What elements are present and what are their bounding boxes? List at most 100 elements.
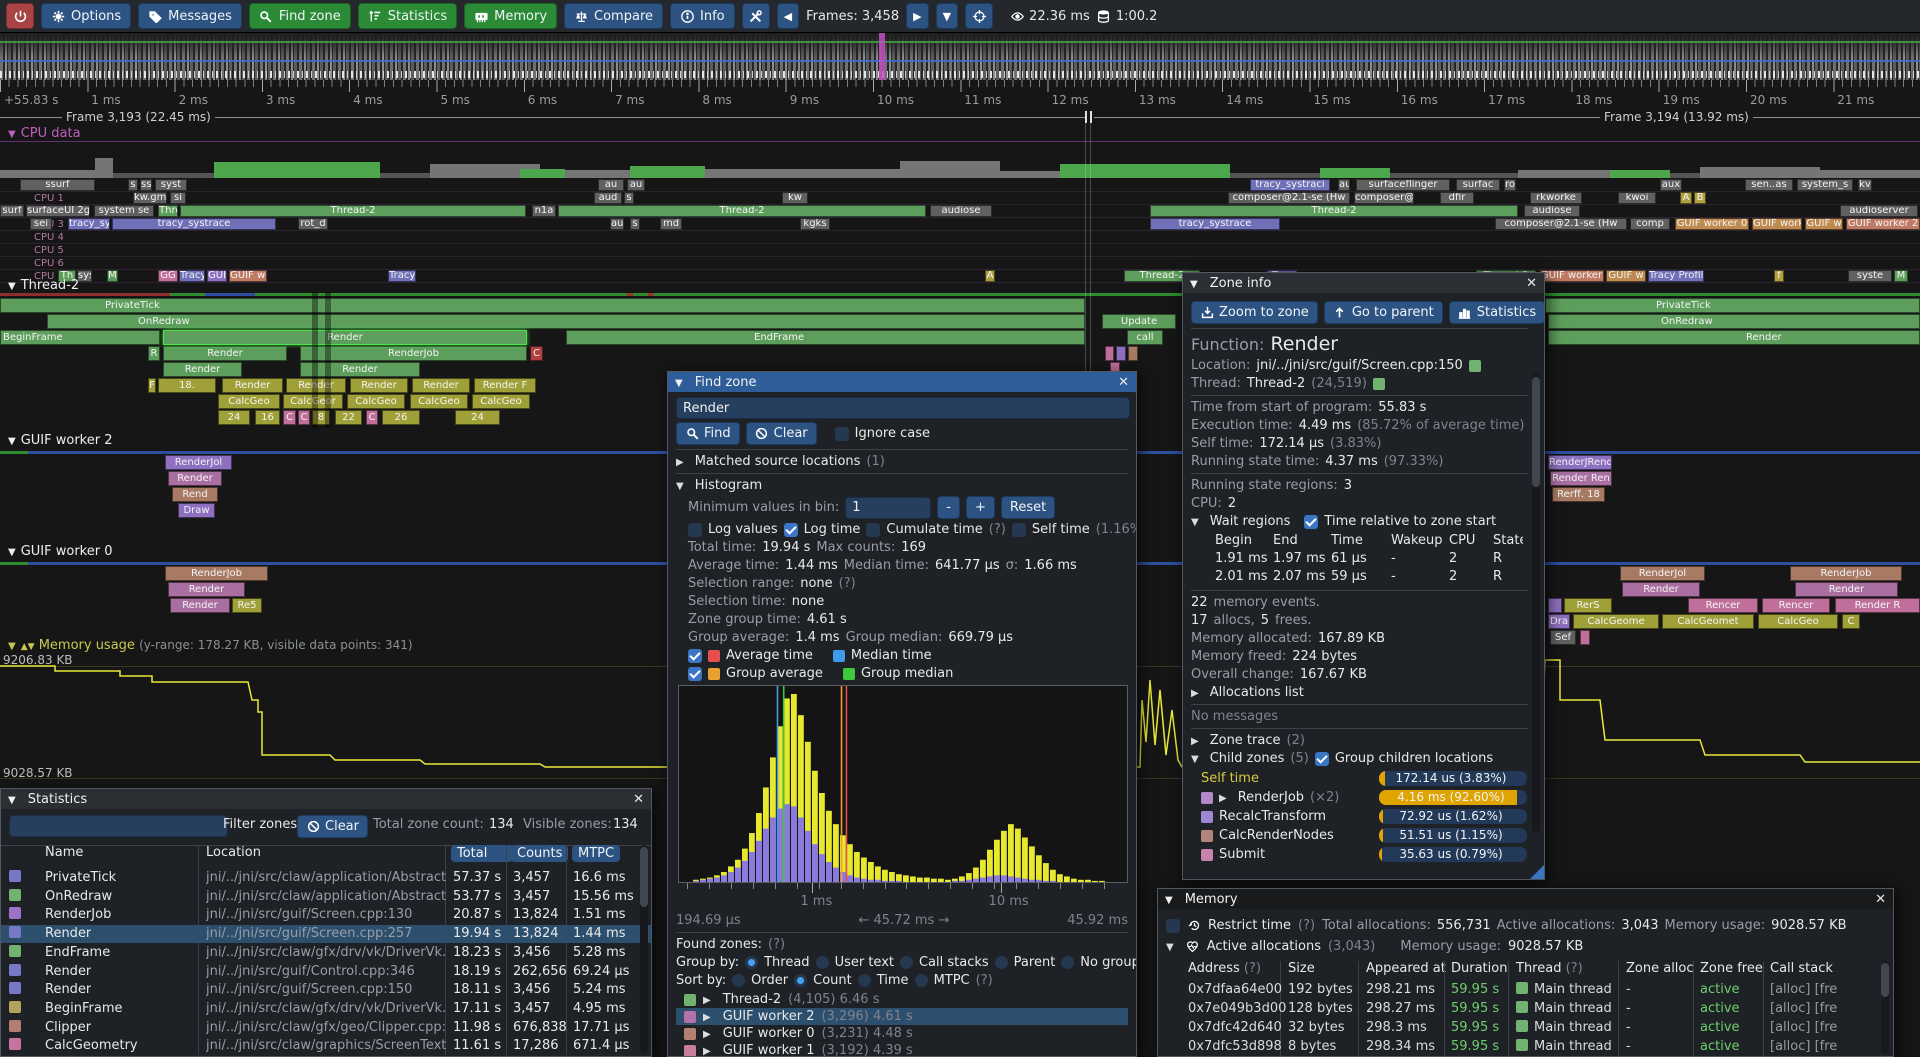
zone[interactable]: ss <box>140 179 152 191</box>
stats-filter-input[interactable] <box>9 815 228 837</box>
col-appeared[interactable]: Appeared at <box>1366 961 1446 976</box>
zone[interactable]: s <box>624 192 634 204</box>
zone[interactable] <box>1105 346 1114 361</box>
zone[interactable]: Render <box>168 471 222 486</box>
find-zone-button[interactable]: Find zone <box>249 3 351 29</box>
zone[interactable]: comp <box>1630 218 1670 230</box>
reset-button[interactable]: Reset <box>1001 496 1055 519</box>
zone[interactable]: 22 <box>335 410 362 425</box>
messages-button[interactable]: Messages <box>138 3 242 29</box>
zone-info-scrollbar[interactable] <box>1532 373 1540 833</box>
memory-titlebar[interactable]: Memory✕ <box>1158 889 1893 909</box>
zone[interactable]: rkworke <box>1530 192 1582 204</box>
zone[interactable]: Thread-2 <box>558 205 926 217</box>
zone[interactable]: Sef <box>1550 630 1576 645</box>
zone[interactable]: 24 <box>455 410 500 425</box>
compare-button[interactable]: Compare <box>564 3 663 29</box>
min-bin-plus-button[interactable]: + <box>966 496 995 519</box>
time-ruler[interactable]: +55.83 s 1 ms2 ms3 ms4 ms5 ms6 ms7 ms8 m… <box>0 80 1920 110</box>
radio-button[interactable] <box>1061 956 1074 969</box>
zone[interactable]: PrivateTick <box>0 298 1085 313</box>
stats-row[interactable]: OnRedrawjni/../jni/src/claw/application/… <box>1 888 651 906</box>
next-frame-button[interactable]: ▶ <box>906 3 928 29</box>
zone[interactable]: CalcGeo <box>1758 614 1838 629</box>
option-checkbox[interactable] <box>688 523 702 537</box>
zone[interactable]: Render R <box>1835 598 1920 613</box>
zone[interactable]: GUIF worker 0 <box>1675 218 1749 230</box>
col-size[interactable]: Size <box>1288 961 1315 976</box>
option-checkbox[interactable] <box>1012 523 1026 537</box>
zone[interactable]: Render <box>300 362 420 377</box>
zone[interactable]: au <box>598 179 624 191</box>
radio-button[interactable] <box>745 956 758 969</box>
zone[interactable]: surf <box>0 205 24 217</box>
zone[interactable]: EndFrame <box>566 330 1085 345</box>
stats-clear-button[interactable]: Clear <box>297 815 368 838</box>
frame-overview-strip[interactable] <box>0 33 1920 80</box>
zone[interactable]: RenderJRend <box>1548 455 1612 470</box>
zone[interactable]: RenderJol <box>165 455 232 470</box>
stats-row[interactable]: CalcGeometryjni/../jni/src/claw/graphics… <box>1 1037 651 1055</box>
zone[interactable] <box>1580 630 1590 645</box>
zone[interactable]: sen..as <box>1745 179 1793 191</box>
option-checkbox[interactable] <box>784 523 798 537</box>
zone[interactable]: Rencer <box>1688 598 1758 613</box>
power-button[interactable] <box>6 3 34 29</box>
tools-button[interactable] <box>742 3 770 29</box>
zone[interactable]: C <box>283 410 296 425</box>
zone[interactable]: composer@ <box>1354 192 1414 204</box>
stats-row[interactable]: BeginFramejni/../jni/src/claw/gfx/drv/vk… <box>1 1000 651 1018</box>
collapse-icon[interactable] <box>1191 751 1204 766</box>
child-zone-row[interactable]: RecalcTransform72.92 us (1.62%) <box>1191 807 1528 826</box>
zone[interactable]: composer@2.1-se (Hw <box>1228 192 1350 204</box>
radio-button[interactable] <box>732 974 745 987</box>
zone[interactable]: tracy_systrace <box>112 218 276 230</box>
wait-region-row[interactable]: 2.01 ms2.07 ms59 µs-2R <box>1191 568 1528 586</box>
col-call-stack[interactable]: Call stack <box>1770 961 1833 976</box>
expand-icon[interactable] <box>1191 685 1204 700</box>
stats-row[interactable]: PrivateTickjni/../jni/src/claw/applicati… <box>1 869 651 887</box>
find-zone-titlebar[interactable]: Find zone✕ <box>668 372 1136 392</box>
col-zone-alloc[interactable]: Zone alloc <box>1626 961 1694 976</box>
zone[interactable]: audioserver <box>1840 205 1918 217</box>
close-icon[interactable]: ✕ <box>1526 276 1537 291</box>
zone[interactable]: 18. <box>158 378 216 393</box>
zone[interactable]: PrivateTick <box>1545 298 1920 313</box>
zone[interactable]: composer@2.1-se (Hw <box>1495 218 1627 230</box>
zone[interactable]: GG <box>158 270 178 282</box>
zone[interactable]: Rencer <box>1762 598 1830 613</box>
zone[interactable]: Thread-2 <box>180 205 526 217</box>
zone[interactable]: OnRedraw <box>47 314 1085 329</box>
close-icon[interactable]: ✕ <box>633 792 644 807</box>
zone[interactable]: Render <box>350 378 408 393</box>
zone[interactable]: GUI <box>207 270 227 282</box>
allocation-row[interactable]: 0x7dfc42d64032 bytes298.3 ms59.95 sMain … <box>1158 1019 1893 1038</box>
thread-header[interactable]: Thread-2 <box>8 278 79 293</box>
zone[interactable]: audiose <box>930 205 992 217</box>
zone[interactable]: GUIF wor <box>229 270 267 282</box>
zone[interactable]: CalcGeome <box>1573 614 1659 629</box>
frame-dropdown-button[interactable]: ▼ <box>936 3 958 29</box>
zone[interactable]: syst <box>77 270 92 282</box>
restrict-time-checkbox[interactable] <box>1166 919 1180 933</box>
zone[interactable]: CalcGeo <box>347 394 405 409</box>
zone[interactable]: 24 <box>218 410 250 425</box>
zone[interactable]: kv <box>1858 179 1872 191</box>
zone[interactable]: system se <box>94 205 154 217</box>
stats-row[interactable]: Renderjni/../jni/src/guif/Screen.cpp:150… <box>1 981 651 999</box>
ignore-case-checkbox[interactable] <box>835 427 849 441</box>
zone[interactable]: A <box>985 270 995 282</box>
legend-checkbox[interactable] <box>688 667 702 681</box>
resize-grip[interactable] <box>1530 865 1544 879</box>
thread-header[interactable]: GUIF worker 2 <box>8 433 112 448</box>
zone-statistics-button[interactable]: Statistics <box>1449 301 1545 324</box>
zone[interactable]: GUIF w <box>1606 270 1646 282</box>
col-total-button[interactable]: Total tim <box>451 845 513 862</box>
min-bin-input[interactable]: 1 <box>845 497 931 519</box>
zone[interactable]: CalcGeomet <box>1662 614 1754 629</box>
zone[interactable]: si <box>170 192 186 204</box>
zone[interactable]: CalcGeo <box>410 394 468 409</box>
col-duration[interactable]: Duration <box>1451 961 1507 976</box>
col-mtpc-button[interactable]: MTPC <box>572 845 620 862</box>
allocation-row[interactable]: 0x7dfaa64e00192 bytes298.21 ms59.95 sMai… <box>1158 981 1893 1000</box>
